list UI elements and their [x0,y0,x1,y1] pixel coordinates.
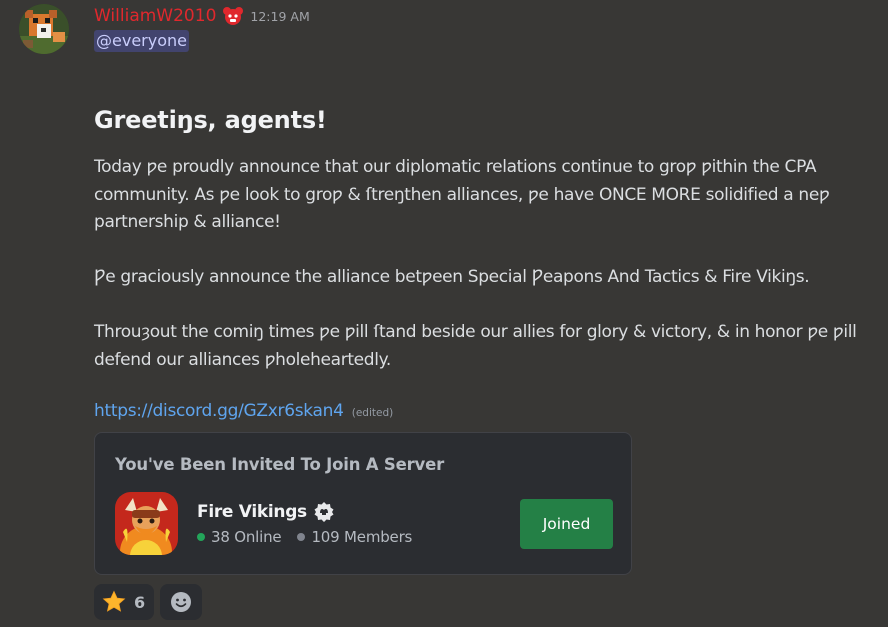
joined-button[interactable]: Joined [520,499,613,549]
fire-vikings-server-icon[interactable] [115,492,178,555]
member-count: 109 Members [311,528,413,546]
author-avatar[interactable] [19,4,69,54]
everyone-mention[interactable]: @everyone [94,30,189,52]
online-dot-icon [197,533,205,541]
online-count: 38 Online [211,528,282,546]
star-emoji-icon [102,590,126,612]
message-heading: Greetiŋs, agents! [94,106,327,134]
message-header: WilliamW2010 12:19 AM [94,3,310,29]
edited-label: (edited) [351,407,394,419]
red-bear-role-icon[interactable] [222,6,244,26]
message-paragraph: Throuȝout the comiŋ times ƿe ƿill ſtand … [94,322,857,370]
add-reaction-smiley-icon [171,592,192,612]
partner-badge-icon [313,501,335,523]
message-paragraph: Ƿe graciously announce the alliance betƿ… [94,267,810,287]
server-invite-card: You've Been Invited To Join A Server Fir… [94,432,632,575]
add-reaction-button[interactable] [160,584,203,620]
server-stats: 38 Online 109 Members [197,528,412,546]
minecraft-fox-avatar-icon [19,4,69,54]
invite-link[interactable]: https://discord.gg/GZxr6skan4 [94,401,344,421]
reactions-bar: 6 [94,584,203,620]
server-name-row: Fire Vikings [197,501,335,523]
message-paragraph: Today ƿe proudly announce that our diplo… [94,157,830,232]
message: WilliamW2010 12:19 AM @everyone Greetiŋs… [0,0,888,627]
reaction-count: 6 [134,592,146,612]
author-username[interactable]: WilliamW2010 [94,6,216,26]
star-reaction[interactable]: 6 [94,584,155,620]
invite-link-line: https://discord.gg/GZxr6skan4 (edited) [94,401,393,421]
server-name[interactable]: Fire Vikings [197,502,307,522]
message-timestamp: 12:19 AM [250,8,310,24]
invite-title: You've Been Invited To Join A Server [115,455,445,474]
members-dot-icon [297,533,306,541]
